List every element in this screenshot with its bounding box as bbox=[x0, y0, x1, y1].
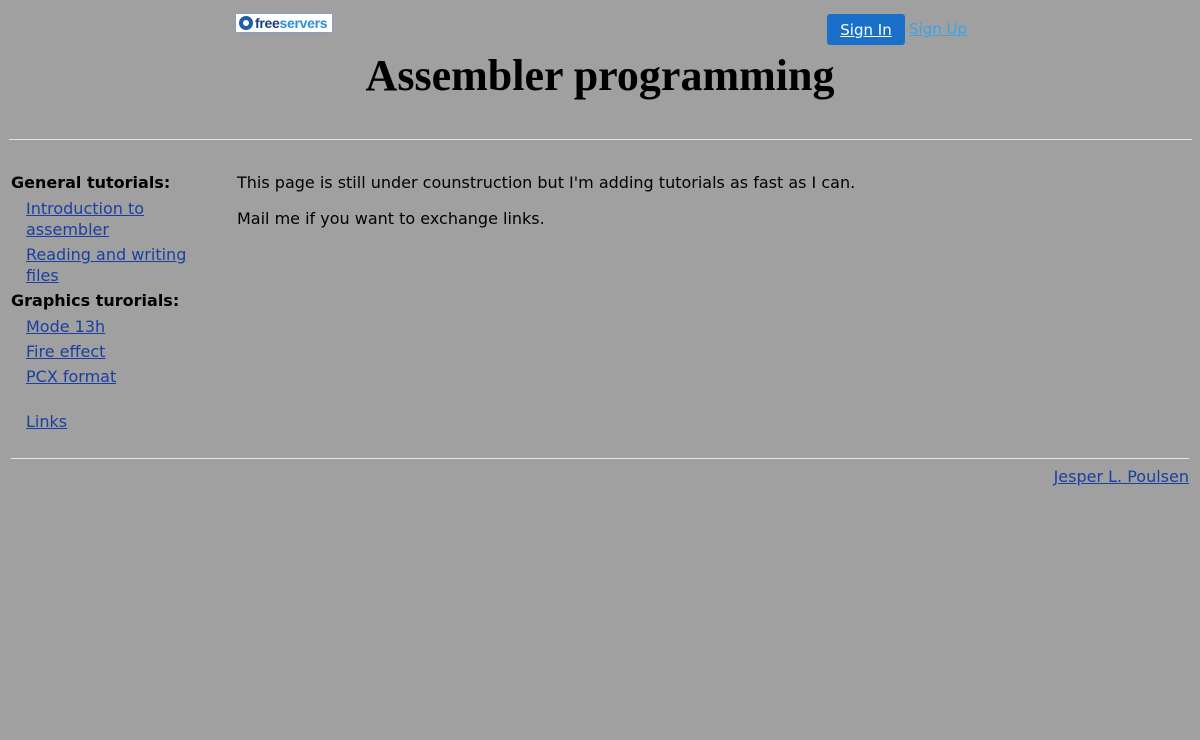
links-link[interactable]: Links bbox=[26, 412, 67, 431]
general-tutorials-heading: General tutorials: bbox=[11, 173, 171, 192]
mode-13h-link[interactable]: Mode 13h bbox=[26, 317, 105, 336]
exchange-links-notice: Mail me if you want to exchange links. bbox=[237, 209, 545, 228]
sign-up-link[interactable]: Sign Up bbox=[909, 20, 967, 38]
logo-text: freeservers bbox=[255, 15, 328, 31]
list-item: Fire effect bbox=[26, 341, 211, 362]
list-item: Links bbox=[26, 411, 211, 432]
general-tutorials-list: Introduction to assembler Reading and wr… bbox=[11, 198, 211, 286]
graphics-tutorials-heading: Graphics turorials: bbox=[11, 291, 180, 310]
freeservers-logo-icon bbox=[239, 16, 253, 30]
construction-notice: This page is still under counstruction b… bbox=[237, 173, 856, 192]
list-item: Mode 13h bbox=[26, 316, 211, 337]
bottom-divider bbox=[11, 458, 1189, 459]
graphics-tutorials-list: Mode 13h Fire effect PCX format bbox=[11, 316, 211, 387]
list-item: PCX format bbox=[26, 366, 211, 387]
pcx-format-link[interactable]: PCX format bbox=[26, 367, 116, 386]
page-title: Assembler programming bbox=[365, 51, 835, 100]
freeservers-logo[interactable]: freeservers bbox=[235, 13, 333, 33]
main-content: This page is still under counstruction b… bbox=[237, 172, 1137, 244]
links-list: Links bbox=[11, 411, 211, 432]
sidebar-nav: General tutorials: Introduction to assem… bbox=[11, 172, 211, 436]
intro-to-assembler-link[interactable]: Introduction to assembler bbox=[26, 199, 144, 239]
list-item: Introduction to assembler bbox=[26, 198, 211, 240]
list-item: Reading and writing files bbox=[26, 244, 211, 286]
sign-in-button[interactable]: Sign In bbox=[827, 14, 905, 45]
author-link[interactable]: Jesper L. Poulsen bbox=[1054, 467, 1189, 486]
top-divider bbox=[9, 139, 1192, 140]
page: freeservers Sign In Sign Up Assembler pr… bbox=[0, 0, 1200, 740]
fire-effect-link[interactable]: Fire effect bbox=[26, 342, 105, 361]
reading-writing-files-link[interactable]: Reading and writing files bbox=[26, 245, 186, 285]
